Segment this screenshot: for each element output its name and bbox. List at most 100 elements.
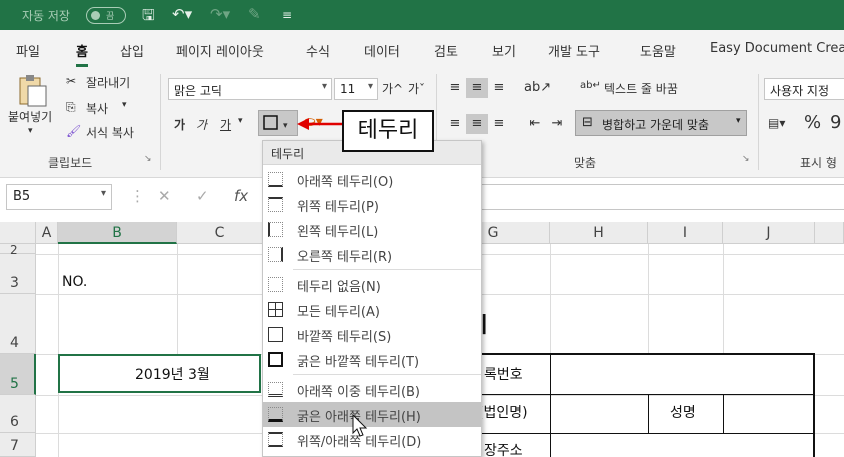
font-size-combo[interactable]: 11 ▾ (334, 78, 378, 100)
menu-item-label: 아래쪽 테두리(O) (297, 175, 394, 190)
column-header-a[interactable]: A (36, 222, 58, 244)
save-icon[interactable]: 🖫 (142, 5, 155, 30)
menu-item-no-border[interactable]: 테두리 없음(N) (263, 272, 481, 297)
menu-item-bottom-double-border[interactable]: 아래쪽 이중 테두리(B) (263, 377, 481, 402)
tab-formulas[interactable]: 수식 (306, 41, 330, 60)
decrease-indent-icon[interactable]: ⇤ (524, 114, 546, 134)
mouse-cursor-icon (352, 414, 368, 437)
cell-b3[interactable]: NO. (62, 274, 87, 290)
cut-icon[interactable]: ✂ (66, 74, 76, 88)
brush-icon[interactable]: ✎ (248, 5, 261, 23)
tab-file[interactable]: 파일 (16, 41, 40, 60)
italic-button[interactable]: 가 (196, 116, 207, 133)
menu-item-label: 모든 테두리(A) (297, 305, 380, 320)
paste-icon[interactable] (14, 74, 50, 110)
underline-button[interactable]: 가 (220, 116, 231, 133)
row-header-7[interactable]: 7 (0, 433, 36, 457)
autosave-label: 자동 저장 (22, 9, 70, 23)
shrink-font-button[interactable]: 가ˇ (408, 80, 425, 97)
menu-item-right-border[interactable]: 오른쪽 테두리(R) (263, 242, 481, 267)
paste-button[interactable]: 붙여넣기 (8, 108, 52, 125)
font-name-combo[interactable]: 맑은 고딕 ▾ (168, 78, 332, 100)
top-bottom-border-icon (268, 432, 283, 447)
tab-review[interactable]: 검토 (434, 41, 458, 60)
column-header-b[interactable]: B (58, 222, 177, 244)
menu-item-all-borders[interactable]: 모든 테두리(A) (263, 297, 481, 322)
name-box[interactable]: B5 ▾ (6, 184, 112, 210)
row-number: 3 (10, 275, 19, 291)
cut-button[interactable]: 잘라내기 (86, 74, 130, 91)
borders-button[interactable]: ▾ (258, 110, 298, 136)
align-left-icon[interactable]: ≡ (444, 114, 466, 134)
copy-icon[interactable]: ⎘ (66, 100, 76, 115)
currency-icon[interactable]: ▤▾ (768, 116, 785, 130)
cancel-icon[interactable]: ✕ (158, 187, 171, 205)
merge-center-button[interactable]: ⊟ 병합하고 가운데 맞춤 ▾ (575, 110, 747, 136)
column-header-h[interactable]: H (550, 222, 648, 244)
align-middle-icon[interactable]: ≡ (466, 78, 488, 98)
cell-g6[interactable]: (법인명) (478, 402, 528, 422)
excel-window: 자동 저장 끔 🖫 ↶▾ ↷▾ ✎ ≡ 파일 홈 삽입 페이지 레이아웃 수식 … (0, 0, 844, 457)
format-painter-button[interactable]: 서식 복사 (86, 124, 134, 141)
menu-item-thick-outside-borders[interactable]: 굵은 바깥쪽 테두리(T) (263, 347, 481, 372)
row-header-4[interactable]: 4 (0, 294, 36, 354)
number-format-combo[interactable]: 사용자 지정 (764, 78, 844, 100)
alignment-launcher-icon[interactable]: ↘ (742, 154, 750, 164)
menu-item-label: 테두리 없음(N) (297, 280, 381, 295)
menu-item-top-border[interactable]: 위쪽 테두리(P) (263, 192, 481, 217)
column-header-c[interactable]: C (177, 222, 263, 244)
wrap-text-icon[interactable]: ab↵ (580, 80, 601, 91)
cell-i6[interactable]: 성명 (670, 402, 696, 422)
cell-g5[interactable]: 록번호 (484, 364, 523, 384)
grow-font-button[interactable]: 가^ (382, 80, 403, 97)
top-border-icon (268, 197, 283, 212)
orientation-icon[interactable]: ab↗ (524, 78, 551, 98)
autosave-toggle[interactable]: 끔 (86, 7, 126, 24)
row-header-2[interactable]: 2 (0, 243, 36, 257)
menu-item-bottom-border[interactable]: 아래쪽 테두리(O) (263, 167, 481, 192)
borders-icon: ▾ (263, 115, 288, 131)
tab-view[interactable]: 보기 (492, 41, 516, 60)
copy-button[interactable]: 복사 (86, 100, 108, 117)
menu-item-thick-bottom-border[interactable]: 굵은 아래쪽 테두리(H) (263, 402, 481, 427)
bold-button[interactable]: 가 (174, 116, 185, 133)
tab-help[interactable]: 도움말 (640, 41, 676, 60)
column-header-j[interactable]: J (723, 222, 815, 244)
undo-icon[interactable]: ↶▾ (172, 5, 192, 23)
comma-button[interactable]: 9 (830, 112, 841, 133)
percent-button[interactable]: % (804, 112, 821, 133)
align-right-icon[interactable]: ≡ (488, 114, 510, 134)
menu-item-outside-borders[interactable]: 바깥쪽 테두리(S) (263, 322, 481, 347)
row-header-3[interactable]: 3 (0, 254, 36, 294)
align-top-icon[interactable]: ≡ (444, 78, 466, 98)
wrap-text-button[interactable]: 텍스트 줄 바꿈 (604, 80, 678, 97)
select-all-corner[interactable] (0, 222, 36, 244)
tab-data[interactable]: 데이터 (364, 41, 400, 60)
align-center-icon[interactable]: ≡ (466, 114, 488, 134)
column-header-next[interactable] (815, 222, 844, 244)
customize-quick-access-icon[interactable]: ≡ (282, 8, 292, 22)
menu-item-top-bottom-border[interactable]: 위쪽/아래쪽 테두리(D) (263, 427, 481, 452)
gridline (723, 244, 724, 354)
menu-item-left-border[interactable]: 왼쪽 테두리(L) (263, 217, 481, 242)
format-painter-icon[interactable]: 🖌 (66, 124, 81, 138)
copy-dropdown-icon[interactable]: ▾ (122, 100, 127, 110)
cell-g7[interactable]: 장주소 (484, 440, 523, 457)
tab-easy-document[interactable]: Easy Document Crea (710, 41, 844, 56)
formula-dots-icon: ⋮ (130, 187, 145, 205)
enter-icon[interactable]: ✓ (196, 187, 209, 205)
underline-dropdown-icon[interactable]: ▾ (238, 116, 243, 126)
paste-dropdown-icon[interactable]: ▾ (28, 126, 33, 136)
row-header-6[interactable]: 6 (0, 395, 36, 433)
align-bottom-icon[interactable]: ≡ (488, 78, 510, 98)
row-header-5[interactable]: 5 (0, 354, 36, 395)
tab-insert[interactable]: 삽입 (120, 41, 144, 60)
tab-home[interactable]: 홈 (76, 41, 88, 67)
increase-indent-icon[interactable]: ⇥ (546, 114, 568, 134)
insert-function-icon[interactable]: fx (234, 187, 248, 205)
clipboard-launcher-icon[interactable]: ↘ (144, 154, 152, 164)
tab-developer[interactable]: 개발 도구 (548, 41, 600, 60)
column-header-i[interactable]: I (648, 222, 723, 244)
tab-page-layout[interactable]: 페이지 레이아웃 (176, 41, 264, 60)
redo-icon[interactable]: ↷▾ (210, 5, 230, 23)
